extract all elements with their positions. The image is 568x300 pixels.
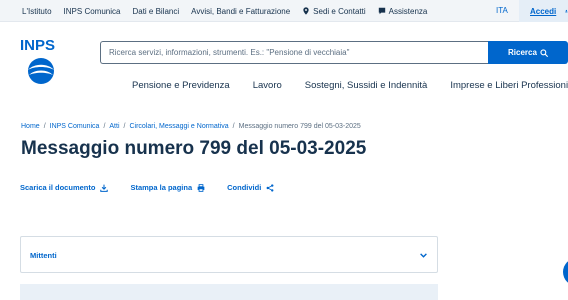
breadcrumb-separator: / — [103, 123, 106, 130]
nav-item-pensione[interactable]: Pensione e Previdenza — [132, 80, 230, 94]
breadcrumb-separator: / — [123, 123, 126, 130]
login-label: Accedi — [530, 6, 557, 16]
search-button-label: Ricerca — [508, 48, 537, 57]
language-selector[interactable]: ITA — [496, 0, 508, 22]
logo-symbol-icon — [28, 58, 54, 84]
utility-link-sedi[interactable]: Sedi e Contatti — [302, 7, 366, 16]
nav-item-sostegni[interactable]: Sostegni, Sussidi e Indennità — [305, 80, 428, 94]
print-button[interactable]: Stampa la pagina — [130, 183, 205, 192]
utility-link-dati[interactable]: Dati e Bilanci — [132, 7, 179, 16]
inps-logo[interactable]: INPS — [20, 38, 62, 86]
accordion-label: Mittenti — [30, 251, 57, 260]
download-label: Scarica il documento — [20, 183, 96, 192]
breadcrumb-separator: / — [43, 123, 46, 130]
assistant-bubble-button[interactable] — [563, 258, 568, 286]
search-button[interactable]: Ricerca — [488, 41, 568, 64]
breadcrumb-circolari[interactable]: Circolari, Messaggi e Normativa — [129, 123, 228, 130]
utility-link-avvisi[interactable]: Avvisi, Bandi e Fatturazione — [191, 7, 290, 16]
share-icon — [266, 183, 274, 192]
search-input[interactable] — [101, 42, 488, 63]
share-label: Condividi — [227, 183, 262, 192]
utility-link-istituto[interactable]: L'Istituto — [22, 7, 52, 16]
utility-links: L'Istituto INPS Comunica Dati e Bilanci … — [22, 0, 427, 22]
chat-icon — [378, 7, 385, 15]
page-title: Messaggio numero 799 del 05-03-2025 — [21, 138, 367, 159]
breadcrumb-atti[interactable]: Atti — [109, 123, 119, 130]
utility-link-comunica[interactable]: INPS Comunica — [64, 7, 121, 16]
printer-icon — [197, 183, 205, 192]
utility-bar: L'Istituto INPS Comunica Dati e Bilanci … — [0, 0, 568, 22]
breadcrumb-current: Messaggio numero 799 del 05-03-2025 — [238, 123, 361, 130]
breadcrumb-separator: / — [232, 123, 235, 130]
utility-link-assistenza[interactable]: Assistenza — [378, 7, 427, 16]
breadcrumb-home[interactable]: Home — [21, 123, 40, 130]
nav-item-imprese[interactable]: Imprese e Liberi Professionisti — [450, 80, 568, 94]
nav-item-lavoro[interactable]: Lavoro — [253, 80, 282, 94]
content-panel — [20, 284, 438, 300]
document-actions: Scarica il documento Stampa la pagina Co… — [20, 183, 296, 192]
download-icon — [100, 184, 109, 192]
login-button[interactable]: Accedi — [519, 0, 568, 22]
logo-wordmark: INPS — [20, 37, 56, 54]
map-pin-icon — [303, 7, 309, 15]
share-button[interactable]: Condividi — [227, 183, 274, 192]
mittenti-accordion[interactable]: Mittenti — [20, 236, 438, 273]
search-field[interactable] — [100, 41, 488, 64]
breadcrumb: Home / INPS Comunica / Atti / Circolari,… — [21, 123, 361, 130]
chevron-down-icon — [420, 253, 427, 258]
download-button[interactable]: Scarica il documento — [20, 183, 109, 192]
main-navigation: Pensione e Previdenza Lavoro Sostegni, S… — [132, 80, 568, 94]
search-icon — [540, 48, 548, 57]
print-label: Stampa la pagina — [130, 183, 193, 192]
breadcrumb-comunica[interactable]: INPS Comunica — [50, 123, 100, 130]
